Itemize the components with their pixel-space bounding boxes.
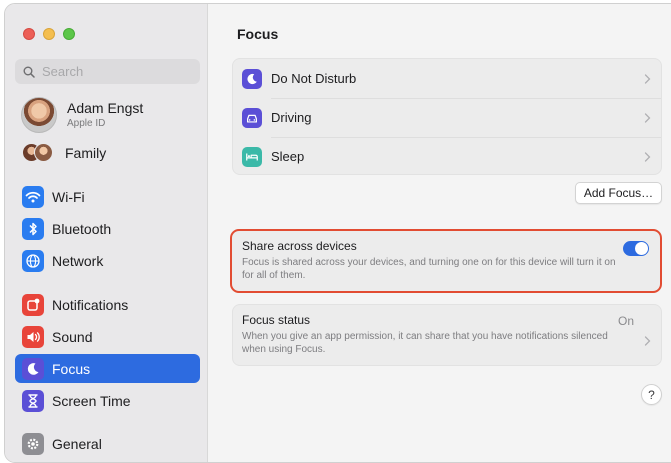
sidebar-item-label: Focus — [52, 360, 91, 377]
minimize-window-button[interactable] — [43, 28, 55, 40]
settings-window: Adam Engst Apple ID Family Wi-Fi Bluetoo… — [4, 3, 671, 463]
profile-name: Adam Engst — [67, 100, 144, 116]
search-input[interactable] — [42, 64, 192, 79]
focus-row-label: Driving — [271, 110, 312, 125]
sidebar-item-focus[interactable]: Focus — [15, 354, 200, 383]
sidebar-item-label: Wi-Fi — [52, 188, 85, 205]
sidebar-item-screen-time[interactable]: Screen Time — [15, 386, 200, 415]
notifications-icon — [22, 293, 44, 316]
chevron-right-icon — [644, 336, 651, 346]
share-title: Share across devices — [242, 239, 357, 253]
apple-id-profile[interactable]: Adam Engst Apple ID — [21, 97, 143, 133]
focus-row-do-not-disturb[interactable]: Do Not Disturb — [233, 59, 661, 98]
profile-subtitle: Apple ID — [67, 118, 106, 129]
focus-row-sleep[interactable]: Sleep — [233, 137, 661, 176]
moon-icon — [22, 357, 44, 380]
close-window-button[interactable] — [23, 28, 35, 40]
moon-icon — [242, 68, 262, 89]
sidebar: Adam Engst Apple ID Family Wi-Fi Bluetoo… — [5, 4, 208, 462]
help-button[interactable]: ? — [641, 384, 662, 405]
toggle-knob — [635, 242, 648, 255]
sidebar-item-bluetooth[interactable]: Bluetooth — [15, 214, 200, 243]
focus-row-label: Do Not Disturb — [271, 71, 357, 86]
sidebar-item-label: Network — [52, 252, 104, 269]
focus-row-label: Sleep — [271, 149, 305, 164]
focus-status-value: On — [617, 314, 634, 328]
family-avatars-icon — [22, 143, 54, 163]
sidebar-item-label: Family — [65, 145, 107, 161]
gear-icon — [22, 432, 44, 455]
window-controls — [23, 28, 75, 40]
sidebar-item-family[interactable]: Family — [22, 143, 106, 163]
bed-icon — [242, 146, 262, 167]
car-icon — [242, 107, 262, 128]
hourglass-icon — [22, 389, 44, 412]
focus-modes-list: Do Not Disturb Driving Sleep — [232, 58, 662, 175]
sidebar-item-notifications[interactable]: Notifications — [15, 290, 200, 319]
sidebar-item-general[interactable]: General — [15, 429, 200, 458]
search-field[interactable] — [15, 59, 200, 84]
globe-icon — [22, 249, 44, 272]
chevron-right-icon — [644, 151, 651, 162]
share-description: Focus is shared across your devices, and… — [242, 257, 616, 281]
focus-status-title: Focus status — [242, 313, 311, 327]
focus-status-description: When you give an app permission, it can … — [242, 331, 608, 355]
sidebar-item-network[interactable]: Network — [15, 246, 200, 275]
sidebar-item-label: Bluetooth — [52, 220, 112, 237]
speaker-icon — [22, 325, 44, 348]
search-icon — [23, 66, 35, 78]
main-content: Focus Do Not Disturb Driving Sleep Add F… — [209, 4, 671, 462]
sidebar-item-sound[interactable]: Sound — [15, 322, 200, 351]
share-across-devices-toggle[interactable] — [623, 241, 649, 256]
page-title: Focus — [237, 26, 279, 42]
focus-row-driving[interactable]: Driving — [233, 98, 661, 137]
sidebar-item-label: Screen Time — [52, 392, 131, 409]
wifi-icon — [22, 185, 44, 208]
focus-status-row[interactable]: Focus status When you give an app permis… — [232, 304, 662, 366]
avatar — [21, 97, 57, 133]
add-focus-button[interactable]: Add Focus… — [575, 182, 662, 204]
sidebar-item-label: General — [52, 435, 102, 452]
bluetooth-icon — [22, 217, 44, 240]
chevron-right-icon — [644, 73, 651, 84]
chevron-right-icon — [644, 112, 651, 123]
zoom-window-button[interactable] — [63, 28, 75, 40]
sidebar-item-wifi[interactable]: Wi-Fi — [15, 182, 200, 211]
sidebar-item-label: Sound — [52, 328, 93, 345]
share-across-devices-card: Share across devices Focus is shared acr… — [230, 229, 662, 293]
sidebar-item-label: Notifications — [52, 296, 129, 313]
